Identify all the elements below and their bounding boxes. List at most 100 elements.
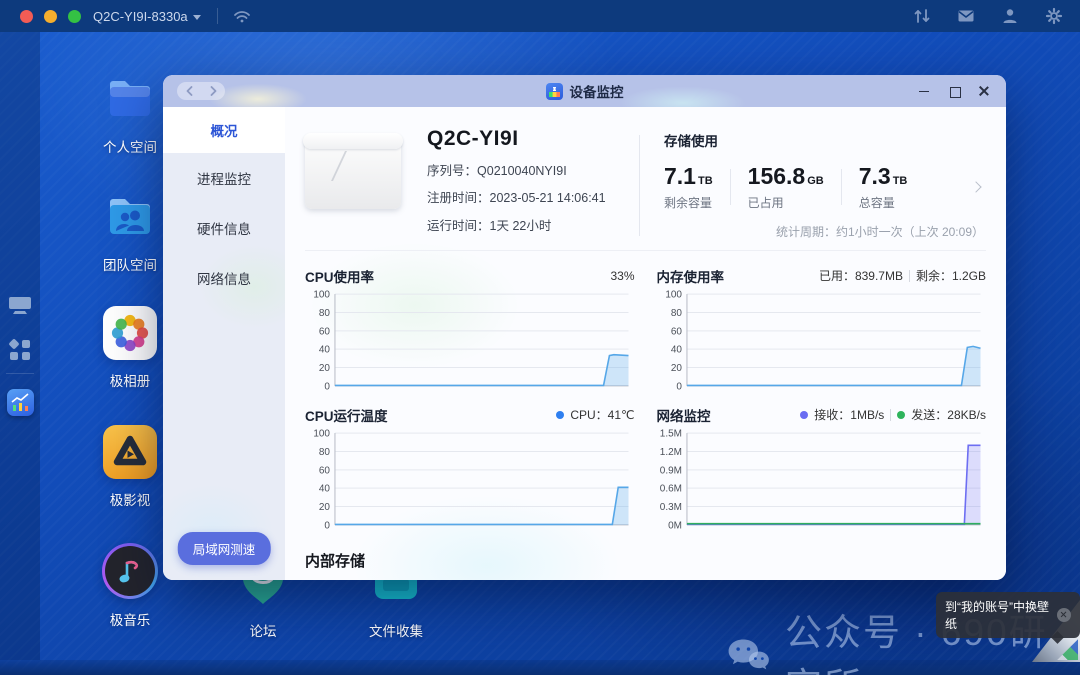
storage-stat-free: 7.1 TB 剩余容量 [664,163,713,210]
svg-text:100: 100 [665,290,682,301]
device-register-row: 注册时间：2023-05-21 14:06:41 [427,191,606,205]
chart-title: CPU使用率 [305,269,375,285]
sidebar-item-label: 概况 [210,124,238,139]
window-title: 设备监控 [569,85,624,100]
tooltip-close-icon[interactable] [1057,608,1071,622]
personal-folder-icon [110,81,150,116]
sidebar-item-label: 进程监控 [197,172,251,187]
device-monitor-app-icon[interactable] [7,389,34,416]
statistics-period-note: 统计周期：约1小时一次（上次 20:09） [775,225,984,239]
svg-text:0.6M: 0.6M [659,484,681,495]
storage-detail-chevron-icon[interactable] [970,181,982,193]
maximize-button[interactable] [948,85,961,98]
chart-legend: 33% [610,268,635,283]
mini-chart-icon [11,393,29,411]
device-model-name: Q2C-YI9I [427,127,519,150]
svg-text:0: 0 [324,381,330,392]
wallpaper-tip-tooltip: 到“我的账号”中换壁纸 [936,592,1080,638]
stat-divider [840,169,842,205]
chart-title: 内存使用率 [656,269,725,285]
mail-icon[interactable] [956,6,976,26]
device-name-label: Q2C-YI9I-8330a [93,8,188,24]
storage-stat-used: 156.8 GB 已占用 [747,163,824,210]
storage-usage-section: 存储使用 7.1 TB 剩余容量 156.8 GB 已占用 7.3 TB 总容量… [640,127,984,240]
sidebar-item-overview[interactable]: 概况 [163,107,285,153]
topbar-divider [216,8,218,24]
svg-text:80: 80 [319,308,331,319]
chart-legend: 接收：1MB/s 发送：28KB/s [800,406,986,423]
device-info-section: Q2C-YI9I 序列号：Q0210040NYI9I 注册时间：2023-05-… [285,107,1006,240]
sidebar-item-label: 硬件信息 [197,222,251,237]
desktop-icon-label: 文件收集 [369,624,423,639]
chart-title: CPU运行温度 [305,408,388,424]
forward-icon[interactable] [210,86,217,96]
close-button[interactable] [978,85,990,97]
user-icon[interactable] [1000,6,1020,26]
app-grid-icon[interactable] [8,338,32,362]
close-traffic-icon[interactable] [20,9,33,23]
transfer-icon[interactable] [912,6,932,26]
svg-text:0: 0 [324,520,330,531]
device-monitor-icon [545,82,563,100]
svg-text:0M: 0M [668,520,682,531]
sidebar-item-label: 网络信息 [197,272,251,287]
sidebar-item-process-monitor[interactable]: 进程监控 [163,153,285,203]
svg-text:80: 80 [670,308,682,319]
desktop-icon-label: 极音乐 [109,613,151,628]
music-app-icon [119,560,139,583]
svg-text:0: 0 [676,381,682,392]
lan-speedtest-button[interactable]: 局域网测速 [177,532,271,565]
svg-text:0.9M: 0.9M [659,465,681,476]
window-traffic-lights [20,9,81,23]
back-icon[interactable] [186,86,193,96]
wifi-icon[interactable] [232,6,252,26]
network-monitor-chart: 网络监控 接收：1MB/s 发送：28KB/s 1.5M 1.2M 0.9M 0.6M 0… [657,394,987,533]
device-uptime-row: 运行时间：1天 22小时 [427,218,552,233]
system-top-bar: Q2C-YI9I-8330a [0,0,1080,32]
cpu-usage-chart: CPU使用率 33% 100 80 60 40 20 0 [305,255,635,394]
cpu-usage-plot: 100 80 60 40 20 0 [313,290,629,392]
tooltip-text: 到“我的账号”中换壁纸 [945,600,1049,631]
window-controls [918,85,990,98]
svg-text:1.2M: 1.2M [659,447,681,458]
history-nav [177,82,225,100]
device-name-menu[interactable]: Q2C-YI9I-8330a [93,9,201,24]
svg-text:80: 80 [319,447,331,458]
svg-text:0.3M: 0.3M [659,502,681,513]
device-serial-row: 序列号：Q0210040NYI9I [427,163,567,178]
svg-text:40: 40 [319,345,331,356]
window-title-group: 设备监控 [545,75,624,107]
device-info-block: Q2C-YI9I 序列号：Q0210040NYI9I 注册时间：2023-05-… [427,127,639,240]
display-icon[interactable] [7,294,33,318]
video-app-icon [113,435,147,466]
charts-grid: CPU使用率 33% 100 80 60 40 20 0 内存使用率 已用：839.7MB… [285,251,1006,533]
team-folder-icon [110,199,150,234]
sidebar-item-hardware-info[interactable]: 硬件信息 [163,203,285,253]
nas-device-image [303,133,403,209]
chevron-down-icon [192,14,201,20]
svg-text:60: 60 [670,326,682,337]
memory-usage-chart: 内存使用率 已用：839.7MB 剩余：1.2GB 100 80 60 40 20 0 [657,255,987,394]
svg-text:20: 20 [319,502,331,513]
window-sidebar: 概况 进程监控 硬件信息 网络信息 局域网测速 [163,107,285,580]
cpu-temperature-chart: CPU运行温度 CPU：41℃ 100 80 60 40 20 0 [305,394,635,533]
network-monitor-plot: 1.5M 1.2M 0.9M 0.6M 0.3M 0M [659,429,981,531]
storage-stat-total: 7.3 TB 总容量 [858,163,908,210]
wechat-icon [728,639,769,670]
minimize-button[interactable] [918,85,930,97]
svg-text:60: 60 [319,326,331,337]
chart-title: 网络监控 [656,408,711,424]
desktop-icon-label: 论坛 [249,624,277,639]
window-content: Q2C-YI9I 序列号：Q0210040NYI9I 注册时间：2023-05-… [285,107,1006,580]
gear-icon[interactable] [1044,6,1064,26]
stat-divider [729,169,731,205]
svg-text:60: 60 [319,465,331,476]
minimize-traffic-icon[interactable] [44,9,57,23]
fullscreen-traffic-icon[interactable] [68,9,81,23]
side-dock [0,32,40,660]
svg-text:40: 40 [319,484,331,495]
storage-title: 存储使用 [664,134,718,149]
window-titlebar[interactable]: 设备监控 [163,75,1006,107]
svg-text:1.5M: 1.5M [659,429,681,440]
sidebar-item-network-info[interactable]: 网络信息 [163,253,285,303]
